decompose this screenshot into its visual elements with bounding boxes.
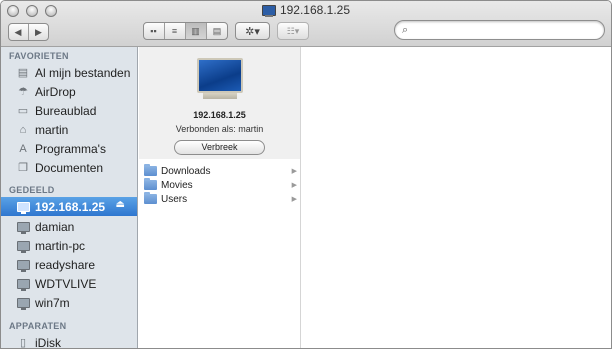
icon-view-button[interactable]: ▪▪ [144, 23, 165, 39]
empty-column-pane[interactable] [302, 47, 611, 348]
folder-label: Users [161, 193, 188, 205]
sidebar-item-win7m[interactable]: win7m [1, 293, 137, 312]
server-preview: 192.168.1.25 Verbonden als: martin Verbr… [139, 47, 301, 159]
monitor-icon [16, 296, 30, 310]
sidebar-item-home[interactable]: ⌂ martin [1, 120, 137, 139]
sidebar-item-wdtvlive[interactable]: WDTVLIVE [1, 274, 137, 293]
title-toolbar: 192.168.1.25 ◀ ▶ ▪▪ ≡ ▥ ▤ ✲▾ ☷▾ ⌕ [1, 1, 611, 47]
disclosure-arrow-icon: ▶ [291, 168, 297, 175]
home-icon: ⌂ [19, 123, 27, 136]
sidebar: FAVORIETEN ▤ Al mijn bestanden ☂ AirDrop… [1, 47, 138, 349]
preview-title: 192.168.1.25 [193, 110, 246, 120]
airdrop-icon: ☂ [18, 86, 28, 98]
sidebar-item-label: 192.168.1.25 [35, 199, 106, 214]
action-menu-button[interactable]: ✲▾ [235, 22, 270, 40]
folder-icon [144, 178, 157, 190]
list-item[interactable]: Movies ▶ [139, 178, 301, 192]
sidebar-item-label: WDTVLIVE [35, 276, 97, 291]
finder-window: 192.168.1.25 ◀ ▶ ▪▪ ≡ ▥ ▤ ✲▾ ☷▾ ⌕ FAVORI… [0, 0, 612, 349]
coverflow-view-button[interactable]: ▤ [207, 23, 228, 39]
column-pane: Downloads ▶ Movies ▶ Users ▶ [139, 159, 301, 348]
list-item[interactable]: Users ▶ [139, 192, 301, 206]
sidebar-item-label: martin-pc [35, 238, 86, 253]
view-mode-control: ▪▪ ≡ ▥ ▤ [143, 22, 228, 40]
disconnect-button[interactable]: Verbreek [174, 140, 265, 155]
monitor-icon [16, 220, 30, 234]
sidebar-item-label: win7m [35, 295, 70, 310]
sidebar-item-label: readyshare [35, 257, 96, 272]
monitor-icon [16, 239, 30, 253]
sidebar-item-readyshare[interactable]: readyshare [1, 255, 137, 274]
desktop-icon: ▭ [17, 105, 29, 117]
sidebar-item-label: iDisk [35, 335, 61, 349]
section-header-shared: GEDEELD [9, 185, 55, 195]
arrange-menu-button[interactable]: ☷▾ [277, 22, 309, 40]
back-forward-control: ◀ ▶ [8, 23, 49, 41]
sidebar-item-idisk[interactable]: ▯ iDisk [1, 333, 137, 349]
sidebar-item-server-selected[interactable]: 192.168.1.25 ⏏ [1, 197, 137, 216]
applications-icon: A [19, 142, 27, 155]
monitor-icon [16, 258, 30, 272]
sidebar-item-documents[interactable]: ❐ Documenten [1, 158, 137, 177]
server-monitor-icon [197, 58, 243, 99]
section-header-devices: APPARATEN [9, 321, 67, 331]
monitor-icon [16, 277, 30, 291]
connected-as-text: Verbonden als: martin [175, 124, 264, 134]
sidebar-item-damian[interactable]: damian [1, 217, 137, 236]
folder-label: Downloads [161, 165, 211, 177]
sidebar-item-martin-pc[interactable]: martin-pc [1, 236, 137, 255]
window-title-text: 192.168.1.25 [279, 3, 351, 17]
back-button[interactable]: ◀ [9, 24, 29, 40]
disclosure-arrow-icon: ▶ [291, 182, 297, 189]
forward-button[interactable]: ▶ [29, 24, 49, 40]
folder-icon [144, 164, 157, 176]
sidebar-item-label: damian [35, 219, 75, 234]
sidebar-item-desktop[interactable]: ▭ Bureaublad [1, 101, 137, 120]
sidebar-item-label: Documenten [35, 160, 104, 175]
sidebar-item-label: Bureaublad [35, 103, 97, 118]
sidebar-item-all-files[interactable]: ▤ Al mijn bestanden [1, 63, 137, 82]
section-header-favorites: FAVORIETEN [9, 51, 69, 61]
sidebar-item-airdrop[interactable]: ☂ AirDrop [1, 82, 137, 101]
disclosure-arrow-icon: ▶ [291, 196, 297, 203]
documents-icon: ❐ [18, 162, 28, 174]
sidebar-item-label: Programma's [35, 141, 106, 156]
server-icon [261, 5, 276, 16]
idisk-icon: ▯ [19, 337, 27, 349]
list-view-button[interactable]: ≡ [165, 23, 186, 39]
sidebar-item-label: martin [35, 122, 69, 137]
column-view-button[interactable]: ▥ [185, 23, 207, 39]
folder-icon [144, 192, 157, 204]
monitor-icon [16, 200, 30, 214]
list-item[interactable]: Downloads ▶ [139, 164, 301, 178]
search-field[interactable]: ⌕ [394, 20, 605, 40]
sidebar-item-applications[interactable]: A Programma's [1, 139, 137, 158]
all-files-icon: ▤ [17, 67, 29, 79]
sidebar-item-label: AirDrop [35, 84, 76, 99]
eject-icon[interactable]: ⏏ [116, 199, 125, 210]
window-title: 192.168.1.25 [1, 3, 611, 17]
folder-label: Movies [161, 179, 193, 191]
sidebar-item-label: Al mijn bestanden [35, 65, 131, 80]
search-icon: ⌕ [402, 24, 409, 36]
